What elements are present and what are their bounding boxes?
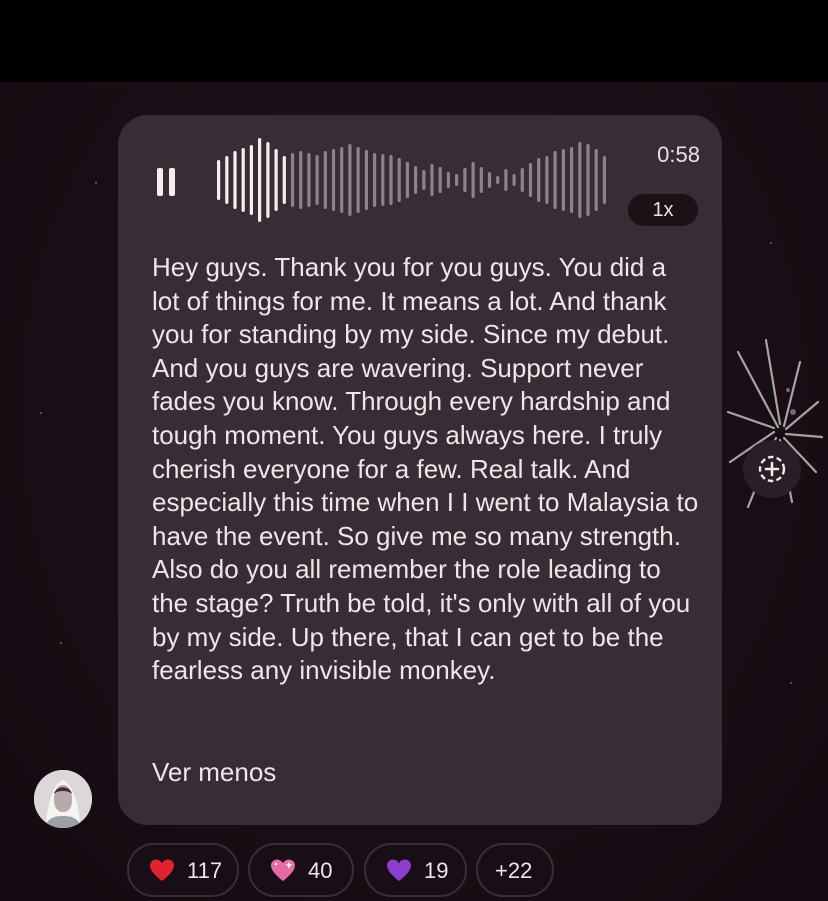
waveform-bar: [446, 172, 450, 188]
avatar-image: [34, 770, 92, 828]
waveform-bar: [553, 151, 557, 209]
waveform-bar: [537, 158, 541, 202]
voice-transcript: Hey guys. Thank you for you guys. You di…: [152, 252, 699, 686]
waveform-bar: [356, 147, 360, 213]
waveform-bar: [217, 160, 221, 200]
waveform-bar: [496, 176, 500, 184]
waveform-bar: [225, 156, 229, 204]
purple-heart-icon: [387, 859, 411, 881]
waveform-bar: [323, 151, 327, 209]
background-star: [40, 412, 42, 414]
waveform-bar: [389, 155, 393, 205]
red-heart-icon: [150, 859, 174, 881]
sender-avatar[interactable]: [34, 770, 92, 828]
waveform-bar: [290, 153, 295, 207]
pause-icon: [157, 168, 163, 196]
see-less-link[interactable]: Ver menos: [152, 756, 276, 790]
waveform-bar: [340, 147, 344, 213]
waveform-bar: [258, 138, 262, 222]
audio-duration: 0:58: [657, 142, 700, 167]
waveform-bar: [422, 170, 426, 190]
reaction-purple-heart[interactable]: 19: [364, 843, 467, 897]
reaction-count: 117: [187, 858, 223, 883]
pause-icon: [169, 168, 175, 196]
waveform-bar: [463, 168, 467, 192]
waveform-bar: [397, 158, 401, 202]
top-black-bar: [0, 0, 828, 82]
waveform-bar: [471, 162, 475, 198]
waveform-bar: [545, 156, 549, 204]
add-reaction-icon: [758, 455, 786, 483]
waveform-bar: [274, 149, 278, 211]
sparkling-heart-icon: [271, 859, 295, 881]
waveform-bar: [266, 142, 270, 218]
waveform-bar: [249, 145, 253, 215]
waveform-bar: [528, 163, 533, 197]
waveform-bar: [348, 144, 352, 216]
waveform-bar: [586, 144, 590, 216]
background-star: [770, 242, 772, 244]
waveform-bar: [307, 153, 311, 207]
reaction-sparkling-heart[interactable]: 40: [248, 843, 354, 897]
playback-speed-button[interactable]: 1x: [628, 194, 698, 226]
waveform-bar: [578, 142, 582, 218]
waveform-bar: [405, 162, 409, 198]
background-star: [60, 642, 62, 644]
waveform-bar: [282, 156, 286, 204]
waveform-bar: [430, 164, 434, 196]
reaction-red-heart[interactable]: 117: [127, 843, 239, 897]
audio-waveform[interactable]: [216, 136, 610, 224]
waveform-bar: [315, 155, 319, 205]
reaction-count: 40: [308, 858, 333, 883]
more-reactions-button[interactable]: +22: [476, 843, 554, 897]
reaction-count: 19: [424, 858, 449, 883]
waveform-bar: [570, 147, 574, 213]
waveform-bar: [381, 154, 385, 206]
waveform-bar: [438, 167, 442, 193]
waveform-bar: [455, 174, 459, 186]
waveform-bar: [414, 166, 418, 194]
waveform-bar: [299, 151, 303, 209]
waveform-bar: [331, 149, 336, 211]
screen: 0:58 1x Hey guys. Thank you for you guys…: [0, 0, 828, 901]
waveform-bar: [479, 167, 483, 193]
waveform-bar: [364, 150, 368, 210]
waveform-bar: [233, 151, 237, 209]
waveform-bar: [241, 148, 245, 212]
waveform-bar: [561, 149, 565, 211]
waveform-bar: [512, 174, 516, 186]
waveform-bar: [487, 172, 492, 188]
add-reaction-button[interactable]: [743, 440, 801, 498]
pause-button[interactable]: [155, 163, 181, 201]
firework-decoration: [726, 338, 824, 509]
waveform-bar: [594, 149, 598, 211]
more-reactions-count: +22: [495, 858, 533, 883]
waveform-bar: [373, 153, 377, 207]
waveform-bar: [504, 169, 508, 191]
background-star: [95, 182, 97, 184]
background-star: [790, 682, 792, 684]
waveform-bar: [520, 168, 524, 192]
waveform-bar: [602, 156, 606, 204]
